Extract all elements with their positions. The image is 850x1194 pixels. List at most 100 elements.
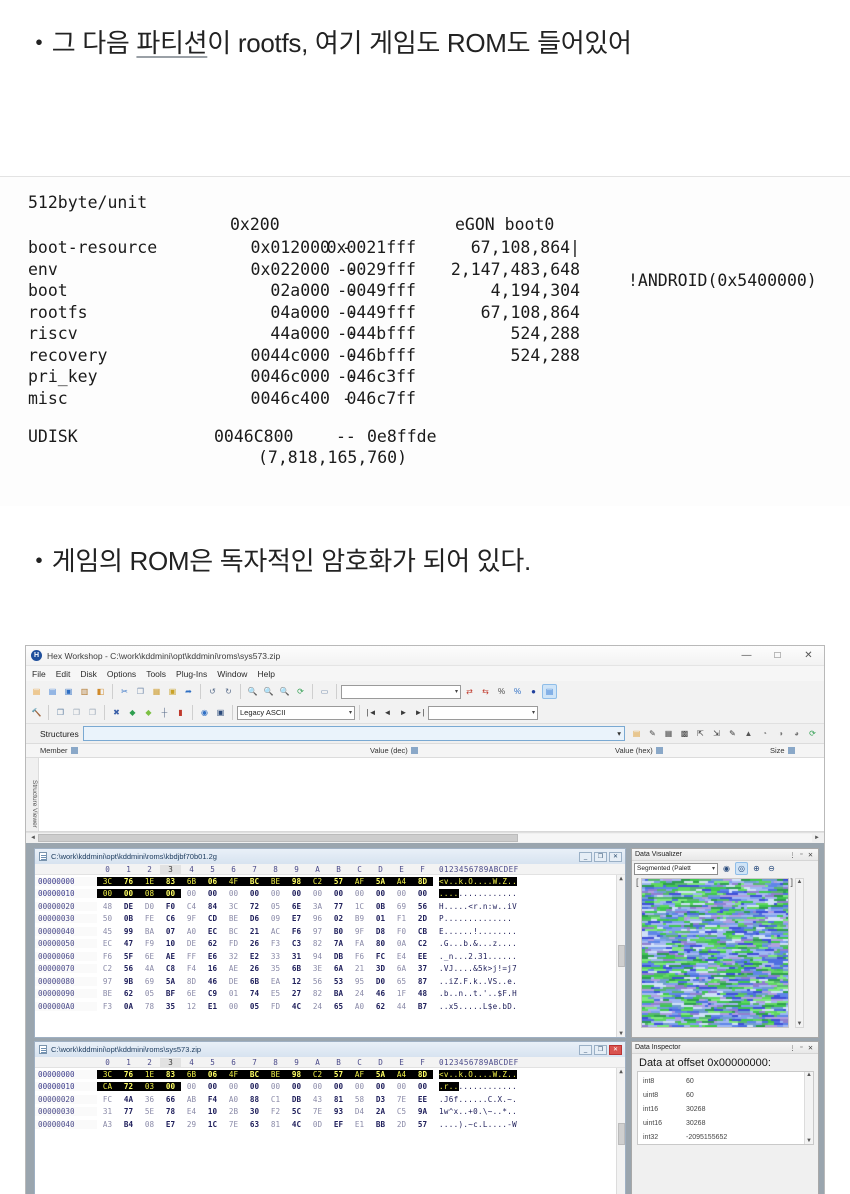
hex-byte[interactable]: 24 (349, 989, 370, 998)
hex-byte[interactable]: 48 (412, 989, 433, 998)
hex-byte[interactable]: 94 (307, 952, 328, 961)
hex-byte[interactable]: FD (223, 939, 244, 948)
hex-byte[interactable]: EF (328, 1120, 349, 1129)
hex-byte[interactable]: 00 (349, 889, 370, 898)
forward-icon[interactable]: ◑ (773, 726, 788, 741)
collapse-icon[interactable]: ⇲ (709, 726, 724, 741)
hex-byte[interactable]: D4 (349, 1107, 370, 1116)
hex-row-ascii[interactable]: 1w^x..+0.\~..*.. (439, 1107, 517, 1116)
hex-byte[interactable]: BF (160, 989, 181, 998)
hex-byte[interactable]: 00 (307, 889, 328, 898)
hex-byte[interactable]: AE (223, 964, 244, 973)
copy-structure-icon[interactable]: ▦ (661, 726, 676, 741)
hex-byte[interactable]: 00 (328, 1082, 349, 1091)
hex-byte[interactable]: 53 (328, 977, 349, 986)
data-inspector-row[interactable]: int8 60 (638, 1074, 804, 1088)
hex-byte[interactable]: 6A (328, 964, 349, 973)
hex-byte[interactable]: BE (265, 877, 286, 886)
hex-byte[interactable]: BE (265, 1070, 286, 1079)
hex-byte[interactable]: 3C (223, 902, 244, 911)
hex-byte[interactable]: 8D (181, 977, 202, 986)
hex-row[interactable]: 00000000 3C 76 1E 83 6B 06 4F BC BE 98 C2 57 AF 5A A4 8D… (35, 1068, 625, 1081)
pane-minimize-button[interactable]: _ (579, 851, 592, 862)
hex-byte[interactable]: 6A (391, 964, 412, 973)
hex-column-8[interactable]: 8 (265, 1058, 286, 1067)
data-inspector-row[interactable]: int16 30268 (638, 1102, 804, 1116)
hex-byte[interactable]: 76 (118, 1070, 139, 1079)
hex-byte[interactable]: 4F (223, 1070, 244, 1079)
hex-byte[interactable]: FE (139, 914, 160, 923)
pane-close-button[interactable]: ✕ (609, 1044, 622, 1055)
hex-byte[interactable]: 6B (181, 877, 202, 886)
hex-byte[interactable]: EA (265, 977, 286, 986)
hex-row-ascii[interactable]: .b..n..t.'..$F.H (439, 989, 517, 998)
hex-row-bytes[interactable]: 48 DE D0 F0 C4 84 3C 72 05 6E 3A 77 1C 0B 69 56 (97, 902, 433, 911)
open-structure-icon[interactable]: ▤ (629, 726, 644, 741)
hex-byte[interactable]: 4C (286, 1002, 307, 1011)
hex-byte[interactable]: 3C (97, 877, 118, 886)
hex-column-E[interactable]: E (391, 865, 412, 874)
menu-options[interactable]: Options (107, 669, 136, 679)
menu-plug-ins[interactable]: Plug-Ins (176, 669, 207, 679)
hex-byte[interactable]: 00 (412, 889, 433, 898)
hex-byte[interactable]: FC (370, 952, 391, 961)
hex-byte[interactable]: 10 (160, 939, 181, 948)
hex-byte[interactable]: 44 (391, 1002, 412, 1011)
hex-byte[interactable]: 57 (328, 877, 349, 886)
globe-icon[interactable]: ◉ (197, 705, 212, 720)
hex-column-3[interactable]: 3 (160, 864, 181, 874)
hex-byte[interactable]: 05 (244, 1002, 265, 1011)
hex-byte[interactable]: 37 (412, 964, 433, 973)
hex-byte[interactable]: C9 (202, 989, 223, 998)
hex-byte[interactable]: 50 (97, 914, 118, 923)
hex-byte[interactable]: 4A (139, 964, 160, 973)
hex-byte[interactable]: 7E (307, 1107, 328, 1116)
hex-byte[interactable]: 74 (244, 989, 265, 998)
hex-byte[interactable]: 21 (244, 927, 265, 936)
export-icon[interactable]: ➦ (181, 684, 196, 699)
hex-byte[interactable]: F0 (160, 902, 181, 911)
hex-byte[interactable]: AF (349, 877, 370, 886)
hex-byte[interactable]: 5A (370, 877, 391, 886)
hex-byte[interactable]: 0A (118, 1002, 139, 1011)
data-inspector-icon[interactable]: ▤ (542, 684, 557, 699)
data-inspector-row[interactable]: uint8 60 (638, 1088, 804, 1102)
hex-byte[interactable]: DB (286, 1095, 307, 1104)
hex-byte[interactable]: 56 (118, 964, 139, 973)
hex-row[interactable]: 00000070 C2 56 4A C8 F4 16 AE 26 35 6B 3E 6A 21 3D 6A 37… (35, 963, 625, 976)
hex-column-1[interactable]: 1 (118, 865, 139, 874)
hex-byte[interactable]: 16 (202, 964, 223, 973)
zoom-fit-icon[interactable]: ◎ (735, 862, 748, 875)
hex-byte[interactable]: BE (223, 914, 244, 923)
hex-byte[interactable]: 5C (286, 1107, 307, 1116)
hex-byte[interactable]: 12 (181, 1002, 202, 1011)
hex-vscrollbar[interactable]: ▲▼ (616, 1068, 625, 1194)
hex-byte[interactable]: F6 (286, 927, 307, 936)
data-inspector-row[interactable]: uint16 30268 (638, 1116, 804, 1130)
hex-byte[interactable]: 4F (223, 877, 244, 886)
hex-byte[interactable]: E4 (181, 1107, 202, 1116)
hex-row-ascii[interactable]: ._n...2.31...... (439, 952, 517, 961)
hex-byte[interactable]: 9F (349, 927, 370, 936)
hex-byte[interactable]: 00 (328, 889, 349, 898)
hex-byte[interactable]: 26 (244, 939, 265, 948)
hex-byte[interactable]: C4 (181, 902, 202, 911)
panel-options-icon[interactable]: ⋮ (788, 1044, 797, 1052)
hex-byte[interactable]: 7E (391, 1095, 412, 1104)
scroll-up-icon[interactable]: ▲ (806, 1072, 812, 1078)
hex-byte[interactable]: 63 (244, 1120, 265, 1129)
hex-column-A[interactable]: A (307, 865, 328, 874)
hex-byte[interactable]: 58 (349, 1095, 370, 1104)
refresh-icon[interactable]: ⟳ (805, 726, 820, 741)
hex-byte[interactable]: 00 (181, 889, 202, 898)
hex-row-ascii[interactable]: .r.............. (439, 1082, 517, 1092)
menu-file[interactable]: File (32, 669, 46, 679)
goto-icon[interactable]: ⟳ (293, 684, 308, 699)
checksum-icon[interactable]: % (494, 684, 509, 699)
scroll-down-icon[interactable]: ▼ (619, 1030, 623, 1037)
hex-byte[interactable]: 00 (160, 889, 181, 898)
hex-byte[interactable]: 97 (307, 927, 328, 936)
hex-byte[interactable]: 00 (349, 1082, 370, 1091)
menu-tools[interactable]: Tools (146, 669, 166, 679)
copy-text-icon[interactable]: ❐ (85, 705, 100, 720)
